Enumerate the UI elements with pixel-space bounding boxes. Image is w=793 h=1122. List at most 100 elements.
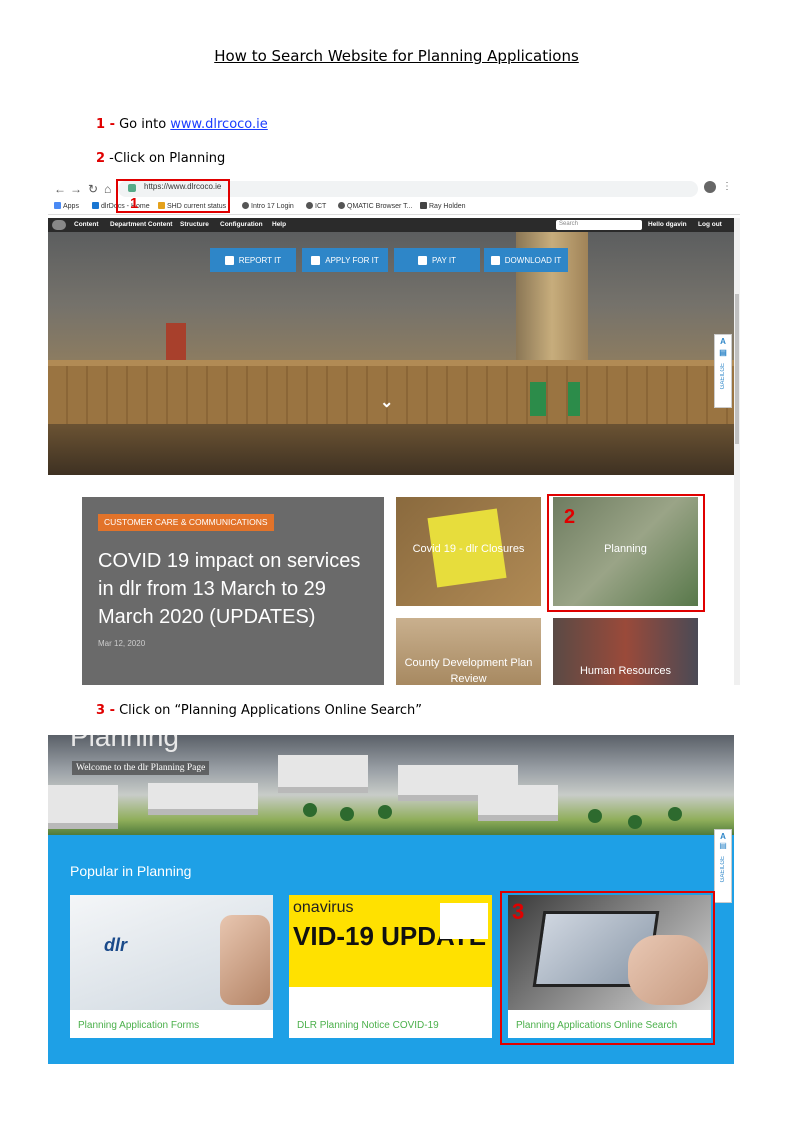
tile-covid-closures[interactable]: Covid 19 - dlr Closures xyxy=(396,497,541,606)
globe-icon xyxy=(242,202,249,209)
admin-content[interactable]: Content xyxy=(74,221,99,228)
home-icon[interactable]: ⌂ xyxy=(104,182,111,196)
welcome-banner-text: Welcome to the dlr Planning Page xyxy=(72,761,210,775)
building-image xyxy=(148,783,258,815)
admin-toolbar: Content Department Content Structure Con… xyxy=(48,218,734,232)
download-icon xyxy=(490,255,500,265)
step-2-number: 2 xyxy=(96,151,106,166)
tree-image xyxy=(378,805,392,819)
step-1: 1 - Go into www.dlrcoco.ie xyxy=(96,117,268,132)
step-3-text: Click on “Planning Applications Online S… xyxy=(114,703,423,718)
back-icon[interactable]: ← xyxy=(54,182,66,196)
list-icon[interactable]: ▤ xyxy=(715,841,731,850)
document-title: How to Search Website for Planning Appli… xyxy=(214,47,579,65)
highlight-box-online-search xyxy=(500,891,715,1045)
pier-ground xyxy=(48,424,734,475)
tree-image xyxy=(588,809,602,823)
marker-1: 1 xyxy=(130,195,139,212)
admin-hello[interactable]: Hello dgavin xyxy=(648,221,687,228)
chevron-down-icon[interactable]: ⌄ xyxy=(380,392,393,412)
building-image xyxy=(48,785,118,829)
dlr-logo: dlr xyxy=(104,935,128,955)
tree-image xyxy=(340,807,354,821)
bookmark-ict[interactable]: ICT xyxy=(306,202,326,210)
news-card[interactable]: CUSTOMER CARE & COMMUNICATIONS COVID 19 … xyxy=(82,497,384,685)
marker-2: 2 xyxy=(564,506,576,528)
admin-logout[interactable]: Log out xyxy=(698,221,722,228)
card-caption[interactable]: Planning Application Forms xyxy=(78,1020,199,1031)
admin-structure[interactable]: Structure xyxy=(180,221,209,228)
list-icon[interactable]: ▤ xyxy=(715,348,731,357)
card-caption[interactable]: DLR Planning Notice COVID-19 xyxy=(297,1020,439,1031)
report-it-button[interactable]: REPORT IT xyxy=(210,248,296,272)
step-1-text: Go into xyxy=(114,117,171,132)
popular-heading: Popular in Planning xyxy=(70,863,192,879)
reload-icon[interactable]: ↻ xyxy=(88,182,98,196)
menu-icon[interactable]: ⋮ xyxy=(722,181,732,192)
forms-image: dlr xyxy=(70,895,273,1010)
report-icon xyxy=(224,255,234,265)
marker-3: 3 xyxy=(512,899,525,924)
step-3-number: 3 - xyxy=(96,703,115,718)
globe-icon xyxy=(306,202,313,209)
hero-banner: REPORT IT APPLY FOR IT PAY IT DOWNLOAD I… xyxy=(48,232,734,475)
tile-human-resources[interactable]: Human Resources xyxy=(553,618,698,685)
forward-icon[interactable]: → xyxy=(70,182,82,196)
hand-image xyxy=(220,915,270,1005)
page-title: Planning xyxy=(70,735,179,752)
bookmark-qmatic[interactable]: QMATIC Browser T... xyxy=(338,202,412,210)
accessibility-widget[interactable]: A ▤ GAEILGE xyxy=(714,829,732,903)
dlrdocs-icon xyxy=(92,202,99,209)
image-footer xyxy=(289,987,492,1010)
account-icon[interactable] xyxy=(704,181,716,193)
news-date: Mar 12, 2020 xyxy=(98,639,146,648)
step-2-text: -Click on Planning xyxy=(105,151,226,166)
pay-it-button[interactable]: PAY IT xyxy=(394,248,480,272)
bookmark-intro17[interactable]: Intro 17 Login xyxy=(242,202,294,210)
hse-logo xyxy=(440,903,488,939)
pencil-icon xyxy=(311,255,321,265)
building-image xyxy=(278,755,368,793)
lighthouse-door xyxy=(568,382,580,416)
step-2: 2 -Click on Planning xyxy=(96,151,225,166)
step-3: 3 - Click on “Planning Applications Onli… xyxy=(96,703,422,718)
planning-page-screenshot: Planning Welcome to the dlr Planning Pag… xyxy=(48,735,734,1064)
card-planning-application-forms[interactable]: dlr Planning Application Forms xyxy=(70,895,273,1038)
apply-for-it-button[interactable]: APPLY FOR IT xyxy=(302,248,388,272)
homepage-screenshot: ← → ↻ ⌂ https://www.dlrcoco.ie ⋮ Apps dl… xyxy=(48,178,740,685)
globe-icon xyxy=(338,202,345,209)
tree-image xyxy=(628,815,642,829)
tile-label: Human Resources xyxy=(579,665,672,677)
news-category-badge[interactable]: CUSTOMER CARE & COMMUNICATIONS xyxy=(98,514,274,531)
news-headline[interactable]: COVID 19 impact on services in dlr from … xyxy=(98,547,373,631)
text-size-icon[interactable]: A xyxy=(715,337,731,346)
step-1-number: 1 - xyxy=(96,117,115,132)
scrollbar-thumb[interactable] xyxy=(735,294,739,444)
gaeilge-toggle[interactable]: GAEILGE xyxy=(720,856,726,882)
admin-department-content[interactable]: Department Content xyxy=(110,221,172,228)
tile-county-development-plan[interactable]: County Development Plan Review xyxy=(396,618,541,685)
tile-label: County Development Plan Review xyxy=(404,657,533,685)
card-covid-planning-notice[interactable]: onavirus VID-19 UPDATE DLR Planning Noti… xyxy=(289,895,492,1038)
admin-search-input[interactable]: Search xyxy=(556,220,642,230)
download-it-button[interactable]: DOWNLOAD IT xyxy=(484,248,568,272)
accessibility-widget[interactable]: A ▤ GAEILGE xyxy=(714,334,732,408)
tree-image xyxy=(303,803,317,817)
bookmark-apps[interactable]: Apps xyxy=(54,202,79,210)
card-icon xyxy=(417,255,427,265)
text-size-icon[interactable]: A xyxy=(715,832,731,841)
lighthouse-door xyxy=(530,382,546,416)
tile-label: Covid 19 - dlr Closures xyxy=(412,543,525,555)
admin-home-icon[interactable] xyxy=(52,220,66,230)
admin-help[interactable]: Help xyxy=(272,221,286,228)
gaeilge-toggle[interactable]: GAEILGE xyxy=(720,363,726,389)
apps-icon xyxy=(54,202,61,209)
dlrcoco-link[interactable]: www.dlrcoco.ie xyxy=(170,117,267,132)
tree-image xyxy=(668,807,682,821)
bookmark-ray-holden[interactable]: Ray Holden xyxy=(420,202,466,210)
planning-banner: Planning Welcome to the dlr Planning Pag… xyxy=(48,735,734,835)
covid-image-text: onavirus xyxy=(293,899,354,916)
scrollbar[interactable] xyxy=(734,218,740,685)
building-image xyxy=(478,785,558,821)
admin-configuration[interactable]: Configuration xyxy=(220,221,263,228)
